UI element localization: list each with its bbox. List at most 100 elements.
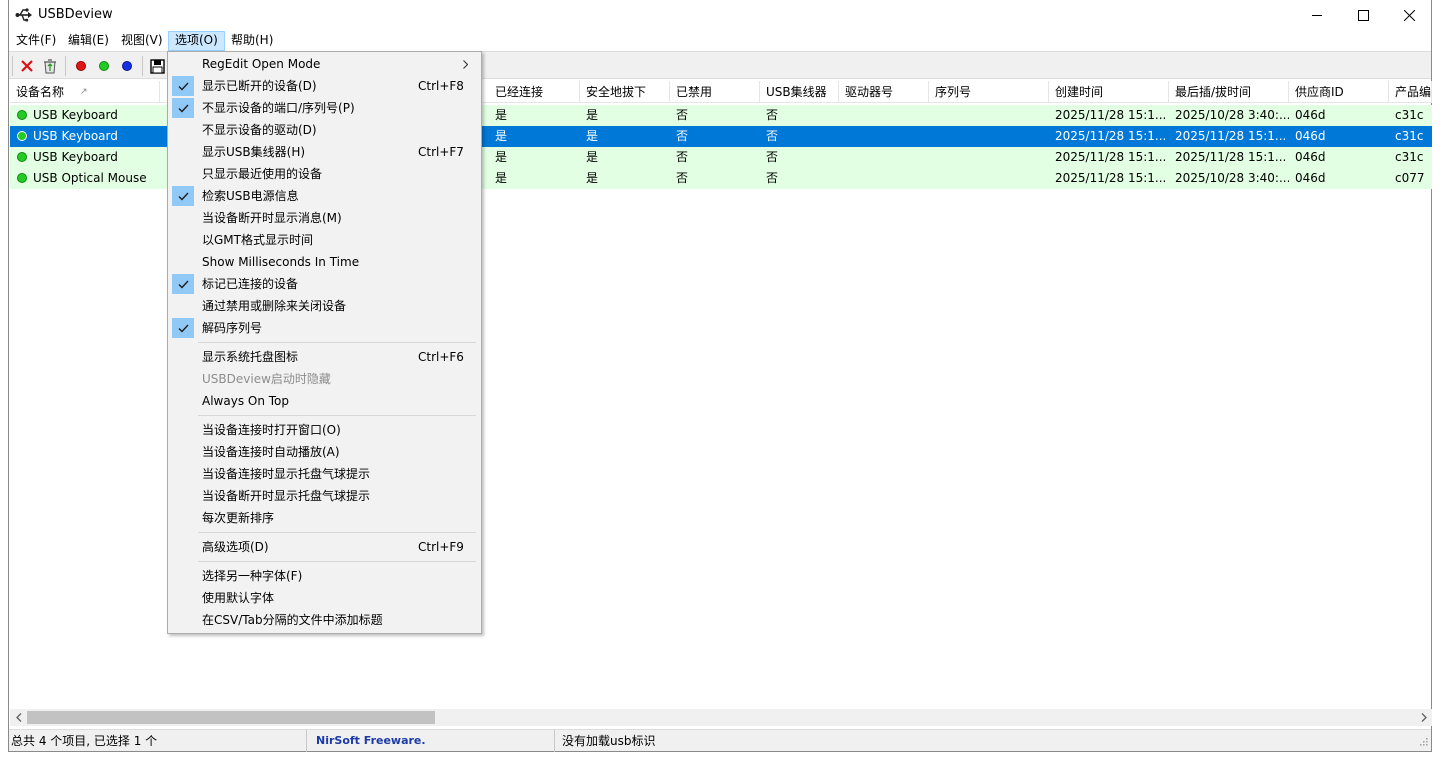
table-cell-drive	[839, 147, 929, 168]
window-edge	[0, 0, 8, 10]
menu-option-label: 当设备连接时打开窗口(O)	[202, 423, 341, 437]
column-header-disabled[interactable]: 已禁用	[670, 81, 760, 103]
menu-option-label: 标记已连接的设备	[202, 277, 299, 291]
menu-option-item[interactable]: 解码序列号	[171, 317, 478, 339]
menu-option-item[interactable]: 选择另一种字体(F)	[171, 565, 478, 587]
table-cell-connected: 是	[495, 150, 508, 164]
table-cell-last-plug: 2025/10/28 3:40:...	[1175, 171, 1289, 185]
enable-button[interactable]	[94, 56, 114, 76]
menu-file[interactable]: 文件(F)	[10, 31, 62, 51]
menu-separator	[198, 561, 476, 562]
menu-option-label: 解码序列号	[202, 321, 263, 335]
green-dot-icon	[99, 61, 109, 71]
menu-option-item[interactable]: 检索USB电源信息	[171, 185, 478, 207]
menu-option-item[interactable]: 在CSV/Tab分隔的文件中添加标题	[171, 609, 478, 631]
menu-option-label: 显示系统托盘图标	[202, 350, 299, 364]
table-cell-product-id: c31c	[1395, 150, 1424, 164]
menu-option-item[interactable]: 显示USB集线器(H) Ctrl+F7	[171, 141, 478, 163]
menu-option-item[interactable]: 高级选项(D) Ctrl+F9	[171, 536, 478, 558]
disconnect-button[interactable]	[117, 56, 137, 76]
menu-option-item[interactable]: 只显示最近使用的设备	[171, 163, 478, 185]
column-header-created[interactable]: 创建时间	[1049, 81, 1169, 103]
close-icon	[1403, 10, 1415, 21]
table-cell-disabled: 否	[676, 108, 689, 122]
toolbar-separator	[12, 56, 13, 76]
menu-option-item[interactable]: 不显示设备的端口/序列号(P)	[171, 97, 478, 119]
table-cell-disabled: 否	[676, 171, 689, 185]
table-cell-last-plug: 2025/10/28 3:40:...	[1175, 108, 1289, 122]
menu-option-item[interactable]: 显示已断开的设备(D) Ctrl+F8	[171, 75, 478, 97]
column-header-serial[interactable]: 序列号	[929, 81, 1049, 103]
menu-option-item[interactable]: 通过禁用或删除来关闭设备	[171, 295, 478, 317]
menu-option-label: 只显示最近使用的设备	[202, 167, 323, 181]
submenu-arrow-icon	[463, 53, 469, 77]
column-header-device-name[interactable]: 设备名称 ↗	[10, 81, 160, 103]
menu-option-label: 高级选项(D)	[202, 540, 269, 554]
menu-bar: 文件(F) 编辑(E) 视图(V) 选项(O) 帮助(H)	[9, 31, 1431, 51]
menu-edit[interactable]: 编辑(E)	[62, 31, 115, 51]
column-header-usb-hub[interactable]: USB集线器	[760, 81, 839, 103]
menu-view[interactable]: 视图(V)	[115, 31, 169, 51]
scrollbar-thumb[interactable]	[27, 711, 435, 724]
menu-option-shortcut: Ctrl+F8	[418, 79, 464, 93]
close-button[interactable]	[1386, 0, 1432, 31]
table-cell-name: USB Keyboard	[33, 150, 118, 164]
menu-option-item[interactable]: 使用默认字体	[171, 587, 478, 609]
menu-option-label: 当设备断开时显示托盘气球提示	[202, 489, 371, 503]
status-usb-ids: 没有加载usb标识	[562, 734, 656, 748]
menu-option-item[interactable]: Show Milliseconds In Time	[171, 251, 478, 273]
blue-dot-icon	[122, 61, 132, 71]
connected-status-icon	[17, 173, 27, 183]
menu-option-item[interactable]: 每次更新排序	[171, 507, 478, 529]
usb-app-icon	[15, 6, 33, 24]
table-cell-safe-remove: 是	[586, 150, 599, 164]
menu-option-item[interactable]: 当设备连接时显示托盘气球提示	[171, 463, 478, 485]
table-cell-usb-hub: 否	[766, 171, 779, 185]
uninstall-button[interactable]	[40, 56, 60, 76]
maximize-icon	[1357, 10, 1369, 21]
menu-option-label: Show Milliseconds In Time	[202, 255, 360, 269]
menu-option-item[interactable]: 显示系统托盘图标 Ctrl+F6	[171, 346, 478, 368]
delete-x-icon	[21, 60, 33, 72]
menu-option-item[interactable]: 当设备断开时显示托盘气球提示	[171, 485, 478, 507]
table-cell-serial	[929, 168, 1049, 189]
menu-option-item[interactable]: 当设备连接时自动播放(A)	[171, 441, 478, 463]
menu-option-label: 当设备断开时显示消息(M)	[202, 211, 342, 225]
save-button[interactable]	[147, 56, 167, 76]
table-cell-serial	[929, 126, 1049, 147]
red-dot-icon	[76, 61, 86, 71]
column-header-last-plug[interactable]: 最后插/拔时间	[1169, 81, 1289, 103]
maximize-button[interactable]	[1340, 0, 1386, 31]
table-cell-disabled: 否	[676, 150, 689, 164]
menu-option-item[interactable]: 不显示设备的驱动(D)	[171, 119, 478, 141]
menu-option-label: 以GMT格式显示时间	[202, 233, 313, 247]
horizontal-scrollbar[interactable]	[10, 709, 1432, 726]
nirsoft-link[interactable]: NirSoft Freeware. http://www.nirsoft.net	[307, 730, 555, 752]
scroll-right-icon[interactable]	[1415, 709, 1432, 726]
scroll-left-icon[interactable]	[10, 709, 27, 726]
status-bar: 总共 4 个项目, 已选择 1 个 NirSoft Freeware. http…	[9, 729, 1431, 752]
delete-button[interactable]	[17, 56, 37, 76]
checkmark-icon	[172, 274, 194, 294]
menu-option-item[interactable]: 当设备断开时显示消息(M)	[171, 207, 478, 229]
menu-help[interactable]: 帮助(H)	[225, 31, 279, 51]
menu-option-item[interactable]: 以GMT格式显示时间	[171, 229, 478, 251]
column-header-safe-remove[interactable]: 安全地拔下	[580, 81, 670, 103]
menu-options[interactable]: 选项(O)	[168, 31, 225, 51]
menu-option-item[interactable]: Always On Top	[171, 390, 478, 412]
menu-option-label: 选择另一种字体(F)	[202, 569, 303, 583]
column-header-drive-letter[interactable]: 驱动器号	[839, 81, 929, 103]
resize-grip-icon[interactable]	[1418, 735, 1428, 749]
options-dropdown-menu: RegEdit Open Mode 显示已断开的设备(D) Ctrl+F8 不显示设备…	[167, 51, 482, 634]
menu-option-item[interactable]: 当设备连接时打开窗口(O)	[171, 419, 478, 441]
menu-option-item[interactable]: RegEdit Open Mode	[171, 53, 478, 75]
disable-button[interactable]	[71, 56, 91, 76]
column-header-connected[interactable]: 已经连接	[489, 81, 580, 103]
menu-option-item[interactable]: 标记已连接的设备	[171, 273, 478, 295]
table-cell-product-id: c31c	[1395, 108, 1424, 122]
menu-option-label: 通过禁用或删除来关闭设备	[202, 299, 347, 313]
minimize-button[interactable]	[1294, 0, 1340, 31]
menu-option-label: 当设备连接时显示托盘气球提示	[202, 467, 371, 481]
column-header-vendor-id[interactable]: 供应商ID	[1289, 81, 1389, 103]
column-header-product-id[interactable]: 产品编	[1389, 81, 1432, 103]
